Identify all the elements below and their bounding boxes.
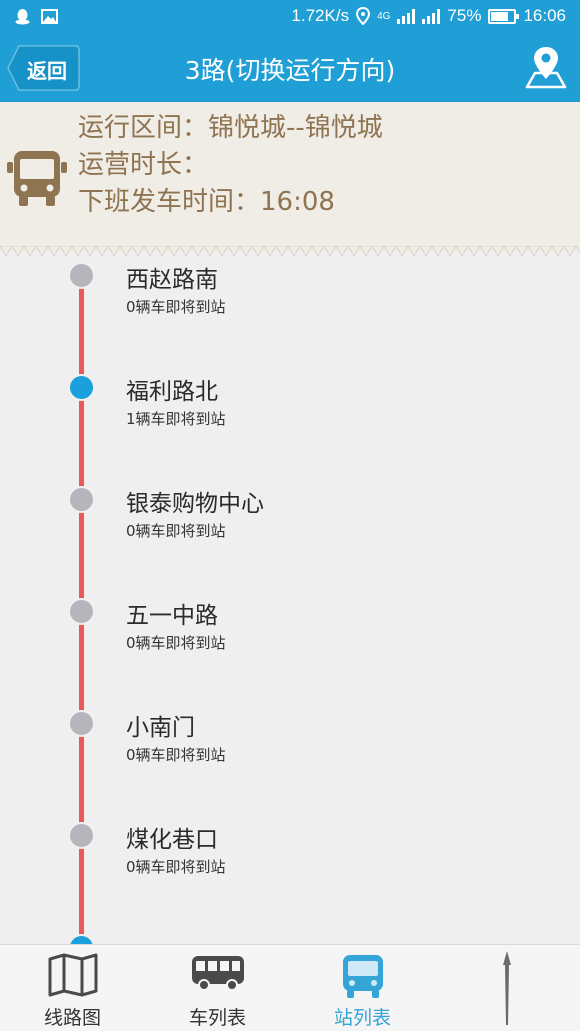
qq-icon bbox=[15, 9, 30, 25]
tab-station-list-label: 站列表 bbox=[333, 1007, 391, 1029]
station-dot bbox=[68, 374, 95, 401]
battery-icon bbox=[488, 8, 520, 24]
station-arrival-status: 0辆车即将到站 bbox=[126, 858, 226, 876]
station-dot bbox=[68, 822, 95, 849]
back-button-label: 返回 bbox=[27, 59, 67, 83]
title-bar: 返回 3路(切换运行方向) bbox=[0, 34, 580, 102]
signal-icon-2 bbox=[422, 8, 441, 24]
bottom-tab-bar: 线路图 车列表 站列表 bbox=[0, 944, 580, 1031]
map-pin-icon bbox=[525, 47, 567, 89]
station-arrival-status: 0辆车即将到站 bbox=[126, 298, 226, 316]
image-icon bbox=[41, 9, 58, 24]
tab-bus-list[interactable]: 车列表 bbox=[145, 945, 290, 1031]
station-item[interactable]: 银泰购物中心 0辆车即将到站 bbox=[0, 486, 580, 586]
station-item[interactable]: 五一中路 0辆车即将到站 bbox=[0, 598, 580, 698]
next-departure: 下班发车时间：16:08 bbox=[78, 187, 335, 217]
station-name: 五一中路 bbox=[126, 603, 218, 629]
zigzag-divider bbox=[0, 246, 580, 257]
bus-stop-icon bbox=[342, 955, 383, 998]
station-list[interactable]: 西赵路南 0辆车即将到站 福利路北 1辆车即将到站 银泰购物中心 0辆车即将到站 五一中路 0… bbox=[0, 262, 580, 946]
bus-icon bbox=[7, 151, 67, 206]
station-dot bbox=[68, 710, 95, 737]
route-range: 运行区间：锦悦城--锦悦城 bbox=[78, 113, 383, 143]
station-dot bbox=[68, 598, 95, 625]
tab-route-map[interactable]: 线路图 bbox=[0, 945, 145, 1031]
tab-bus-list-label: 车列表 bbox=[188, 1007, 246, 1029]
route-duration: 运营时长： bbox=[78, 150, 209, 180]
network-type: 4G bbox=[377, 10, 391, 22]
map-icon bbox=[48, 953, 97, 997]
location-icon bbox=[356, 7, 371, 25]
route-info-panel: 运行区间：锦悦城--锦悦城 运营时长： 下班发车时间：16:08 bbox=[0, 102, 580, 252]
station-name: 福利路北 bbox=[126, 379, 218, 405]
station-name: 煤化巷口 bbox=[126, 827, 218, 853]
station-arrival-status: 0辆车即将到站 bbox=[126, 746, 226, 764]
map-pin-button[interactable] bbox=[524, 44, 568, 90]
clock: 16:06 bbox=[523, 6, 566, 25]
battery-percent: 75% bbox=[447, 6, 482, 25]
station-dot bbox=[68, 262, 95, 289]
station-arrival-status: 0辆车即将到站 bbox=[126, 634, 226, 652]
station-name: 西赵路南 bbox=[126, 267, 218, 293]
tab-route-map-label: 线路图 bbox=[43, 1007, 101, 1029]
station-item[interactable]: 西赵路南 0辆车即将到站 bbox=[0, 262, 580, 362]
station-name: 小南门 bbox=[126, 715, 195, 741]
station-item[interactable]: 福利路北 1辆车即将到站 bbox=[0, 374, 580, 474]
station-item[interactable]: 煤化巷口 0辆车即将到站 bbox=[0, 822, 580, 922]
station-item[interactable]: 小南门 0辆车即将到站 bbox=[0, 710, 580, 810]
network-speed: 1.72K/s bbox=[291, 6, 350, 25]
station-name: 银泰购物中心 bbox=[126, 491, 264, 517]
station-arrival-status: 0辆车即将到站 bbox=[126, 522, 226, 540]
back-button[interactable]: 返回 bbox=[7, 44, 81, 92]
signal-icon bbox=[397, 8, 416, 24]
station-dot bbox=[68, 486, 95, 513]
page-title[interactable]: 3路(切换运行方向) bbox=[100, 51, 480, 87]
scroll-handle[interactable] bbox=[503, 951, 511, 1025]
station-arrival-status: 1辆车即将到站 bbox=[126, 410, 226, 428]
bus-list-icon bbox=[191, 956, 244, 991]
status-bar: 1.72K/s 4G 75% 16:06 bbox=[0, 0, 580, 34]
tab-station-list[interactable]: 站列表 bbox=[290, 945, 435, 1031]
